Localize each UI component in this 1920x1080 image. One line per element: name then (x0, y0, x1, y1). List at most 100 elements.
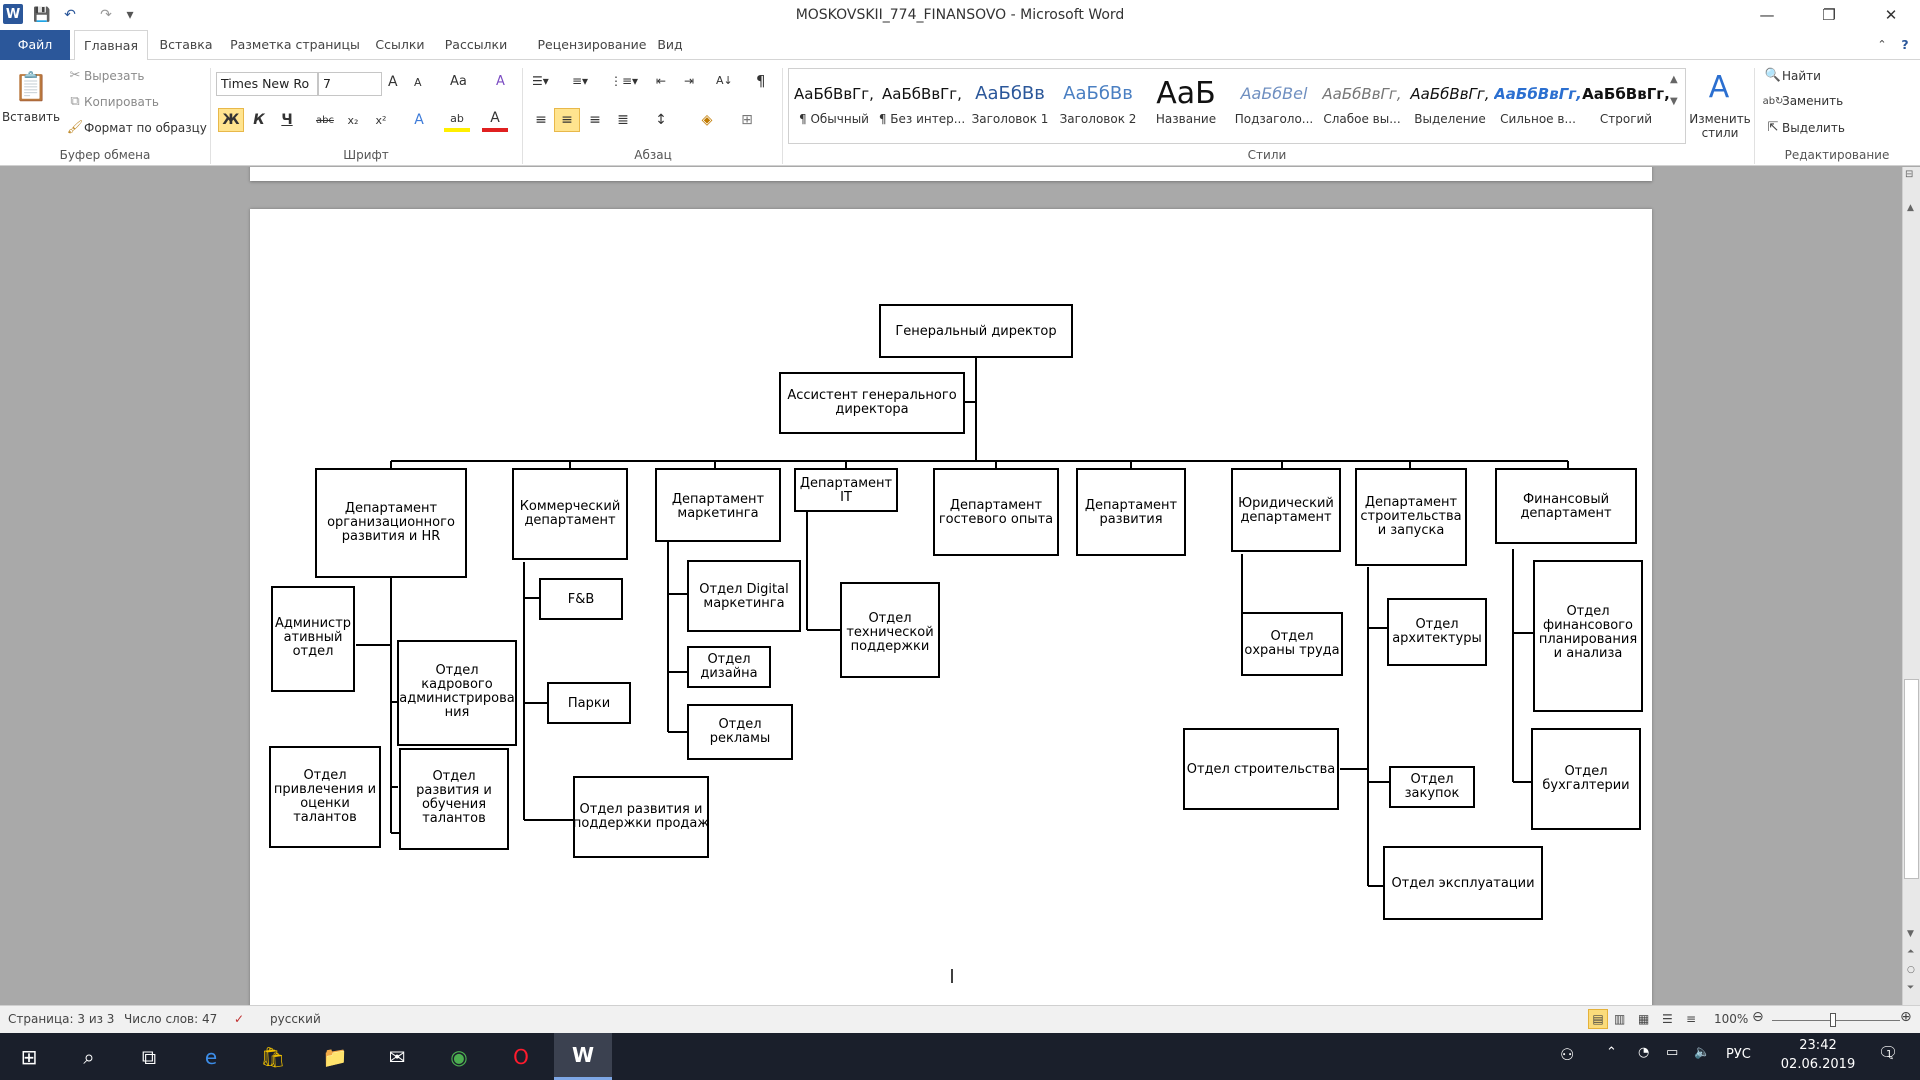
line-spacing-icon[interactable]: ↕ (648, 108, 674, 132)
replace-button[interactable]: ab↻ Заменить (1763, 94, 1844, 108)
numbering-icon[interactable]: ≡▾ (572, 74, 588, 88)
clear-formatting-icon[interactable]: A (496, 74, 505, 89)
page-counter[interactable]: Страница: 3 из 3 (8, 1012, 114, 1026)
proofing-icon[interactable]: ✓ (234, 1012, 244, 1026)
style-intense-emphasis[interactable]: АаБбВвГг, Сильное в... (1494, 76, 1582, 138)
cut-button[interactable]: ✂ Вырезать (66, 68, 145, 83)
pilcrow-icon[interactable]: ¶ (756, 72, 766, 90)
opera-icon[interactable]: O (492, 1033, 550, 1080)
battery-icon[interactable]: ▭ (1666, 1045, 1678, 1060)
full-screen-reading-icon[interactable]: ▥ (1614, 1012, 1625, 1026)
change-styles-icon[interactable]: A (1690, 70, 1748, 105)
text-effects-icon[interactable]: A (406, 108, 432, 132)
grow-font-icon[interactable]: A (388, 74, 398, 90)
italic-button[interactable]: К (246, 108, 272, 132)
help-icon[interactable]: ? (1894, 30, 1916, 60)
task-view-icon[interactable]: ⧉ (120, 1033, 178, 1080)
align-left-icon[interactable]: ≡ (528, 108, 554, 132)
document-page[interactable]: Генеральный директор Ассистент генеральн… (250, 209, 1652, 1005)
shading-icon[interactable]: ◈ (694, 108, 720, 132)
tab-home[interactable]: Главная (74, 30, 148, 61)
subscript-button[interactable]: x₂ (340, 108, 366, 132)
align-right-icon[interactable]: ≡ (582, 108, 608, 132)
increase-indent-icon[interactable]: ⇥ (684, 74, 694, 88)
file-explorer-icon[interactable]: 📁 (306, 1033, 364, 1080)
style-heading-1[interactable]: АаБбВв Заголовок 1 (966, 76, 1054, 138)
collapse-ribbon-icon[interactable]: ⌃ (1872, 30, 1892, 60)
zoom-in-icon[interactable]: ⊕ (1900, 1009, 1912, 1025)
outline-view-icon[interactable]: ☰ (1662, 1012, 1673, 1026)
style-normal[interactable]: АаБбВвГг, ¶ Обычный (790, 76, 878, 138)
highlight-icon[interactable]: ab (444, 108, 470, 132)
align-center-icon[interactable]: ≡ (554, 108, 580, 132)
style-heading-2[interactable]: АаБбВв Заголовок 2 (1054, 76, 1142, 138)
styles-scroll-down-icon[interactable]: ▼ (1670, 96, 1678, 107)
chrome-icon[interactable]: ◉ (430, 1033, 488, 1080)
scroll-up-icon[interactable]: ▲ (1907, 203, 1914, 213)
browse-object-icon[interactable]: ○ (1907, 965, 1915, 975)
sort-icon[interactable]: A↓ (716, 74, 733, 87)
scroll-thumb[interactable] (1904, 679, 1919, 879)
underline-button[interactable]: Ч (274, 108, 300, 132)
scroll-down-icon[interactable]: ▼ (1907, 929, 1914, 939)
zoom-slider-track[interactable] (1772, 1020, 1900, 1021)
shrink-font-icon[interactable]: A (414, 76, 422, 89)
mail-icon[interactable]: ✉ (368, 1033, 426, 1080)
clock-time[interactable]: 23:42 (1778, 1038, 1858, 1053)
font-color-icon[interactable]: A (482, 108, 508, 132)
ruler-toggle-icon[interactable]: ⊟ (1905, 169, 1913, 180)
network-icon[interactable]: ◔ (1638, 1045, 1649, 1060)
tab-file[interactable]: Файл (0, 30, 70, 60)
edge-browser-icon[interactable]: e (182, 1033, 240, 1080)
copy-button[interactable]: ⧉ Копировать (66, 94, 159, 109)
font-size-combo[interactable]: 7 (318, 72, 382, 96)
next-page-icon[interactable]: ⏷ (1907, 983, 1914, 993)
store-icon[interactable]: 🛍 (244, 1033, 302, 1080)
word-taskbar-icon[interactable]: W (554, 1033, 612, 1080)
keyboard-language[interactable]: РУС (1726, 1047, 1751, 1062)
decrease-indent-icon[interactable]: ⇤ (656, 74, 666, 88)
draft-view-icon[interactable]: ≡ (1686, 1012, 1696, 1026)
tab-mailings[interactable]: Рассылки (440, 30, 512, 60)
style-strong[interactable]: АаБбВвГг, Строгий (1582, 76, 1670, 138)
superscript-button[interactable]: x² (368, 108, 394, 132)
find-button[interactable]: 🔍 Найти (1764, 68, 1821, 83)
borders-icon[interactable]: ⊞ (734, 108, 760, 132)
language-indicator[interactable]: русский (270, 1012, 321, 1026)
close-button[interactable]: ✕ (1868, 0, 1914, 30)
paste-icon[interactable]: 📋 (6, 66, 56, 106)
format-painter-button[interactable]: 🖌 Формат по образцу (66, 120, 207, 135)
style-no-spacing[interactable]: АаБбВвГг, ¶ Без интер... (878, 76, 966, 138)
select-button[interactable]: ⇱ Выделить (1764, 120, 1845, 135)
vertical-scrollbar[interactable]: ⊟ ▲ ▼ ⏶ ○ ⏷ (1902, 167, 1920, 1005)
restore-button[interactable]: ❐ (1806, 0, 1852, 30)
tab-view[interactable]: Вид (652, 30, 688, 60)
clock-date[interactable]: 02.06.2019 (1772, 1057, 1864, 1072)
minimize-button[interactable]: — (1744, 0, 1790, 30)
web-layout-icon[interactable]: ▦ (1638, 1012, 1649, 1026)
styles-scroll-up-icon[interactable]: ▲ (1670, 74, 1678, 85)
style-emphasis[interactable]: АаБбВвГг, Выделение (1406, 76, 1494, 138)
style-subtle-emphasis[interactable]: АаБбВвГг, Слабое вы... (1318, 76, 1406, 138)
tab-page-layout[interactable]: Разметка страницы (228, 30, 362, 60)
previous-page-icon[interactable]: ⏶ (1907, 947, 1914, 957)
multilevel-list-icon[interactable]: ⋮≡▾ (610, 74, 638, 88)
justify-icon[interactable]: ≣ (610, 108, 636, 132)
tab-insert[interactable]: Вставка (154, 30, 218, 60)
zoom-out-icon[interactable]: ⊖ (1752, 1009, 1764, 1025)
print-layout-view-icon[interactable]: ▤ (1588, 1009, 1608, 1029)
bold-button[interactable]: Ж (218, 108, 244, 132)
zoom-slider-thumb[interactable] (1830, 1013, 1836, 1027)
show-hidden-icons-icon[interactable]: ⌃ (1606, 1045, 1617, 1060)
change-styles-button[interactable]: Изменить стили (1688, 112, 1752, 140)
strikethrough-button[interactable]: abc (312, 108, 338, 132)
word-count[interactable]: Число слов: 47 (124, 1012, 217, 1026)
change-case-icon[interactable]: Aa (450, 74, 467, 89)
zoom-level[interactable]: 100% (1714, 1012, 1748, 1026)
start-windows-icon[interactable]: ⊞ (0, 1033, 58, 1080)
style-subtitle[interactable]: АаБбВеl Подзаголо... (1230, 76, 1318, 138)
search-icon[interactable]: ⌕ (60, 1033, 118, 1080)
volume-icon[interactable]: 🔈 (1694, 1045, 1710, 1060)
font-name-combo[interactable]: Times New Ro (216, 72, 318, 96)
people-icon[interactable]: ⚇ (1560, 1045, 1574, 1064)
